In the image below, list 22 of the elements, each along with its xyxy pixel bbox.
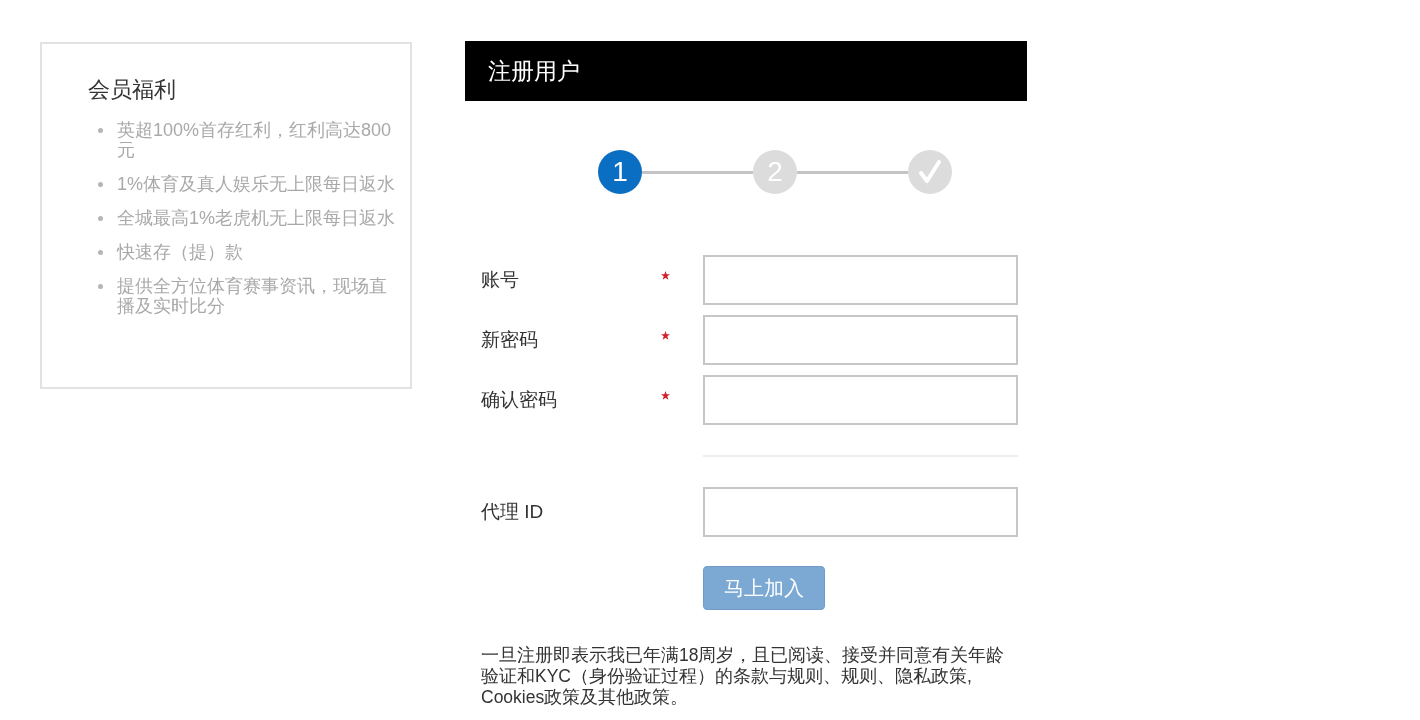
field-label: 新密码 xyxy=(480,327,539,352)
input-field[interactable] xyxy=(703,255,1018,305)
step-number: 1 xyxy=(598,150,642,194)
input-field[interactable] xyxy=(703,487,1018,537)
input-field[interactable] xyxy=(703,315,1018,365)
benefit-text: 英超100%首存红利，红利高达800元 xyxy=(117,120,393,160)
input-field[interactable] xyxy=(703,375,1018,425)
register-title: 注册用户 xyxy=(488,56,580,86)
bullet-icon xyxy=(98,216,103,221)
bullet-icon xyxy=(98,250,103,255)
benefit-text: 快速存（提）款 xyxy=(117,242,244,262)
benefit-text: 全城最高1%老虎机无上限每日返水 xyxy=(117,208,396,228)
bullet-icon xyxy=(98,284,103,289)
field-label: 代理 ID xyxy=(480,499,545,524)
disclaimer-text: 一旦注册即表示我已年满18周岁，且已阅读、接受并同意有关年龄验证和KYC（身份验证过程）的条款与规则、规则、隐私政策, Cookies政策及其他政策。 xyxy=(481,645,1006,708)
field-label: 确认密码 xyxy=(480,387,558,412)
benefits-title: 会员福利 xyxy=(88,76,177,104)
bullet-icon xyxy=(98,182,103,187)
benefit-text: 1%体育及真人娱乐无上限每日返水 xyxy=(117,174,396,194)
benefit-text: 提供全方位体育赛事资讯，现场直播及实时比分 xyxy=(117,276,388,316)
bullet-icon xyxy=(98,128,103,133)
field-label: 账号 xyxy=(480,267,520,292)
